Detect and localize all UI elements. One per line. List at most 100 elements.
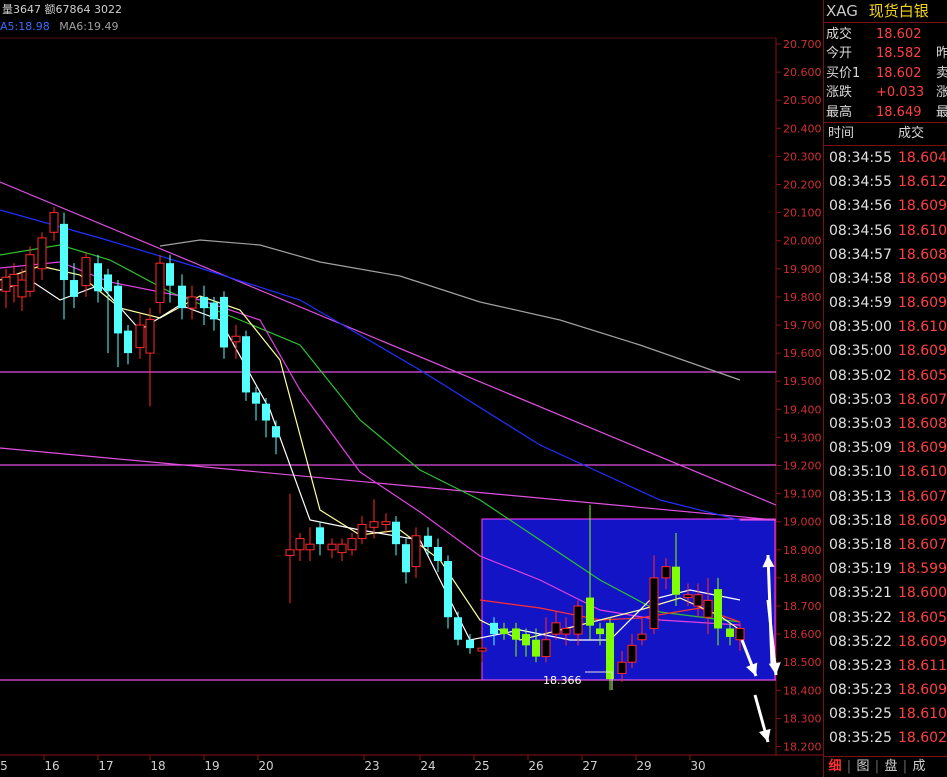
quote-label: 买价1 — [826, 65, 861, 81]
price-axis-label: 20.300 — [783, 150, 822, 163]
tick-time: 08:35:03 — [829, 391, 892, 408]
price-axis-label: 18.600 — [783, 628, 822, 641]
date-axis-label: 29 — [636, 759, 651, 773]
candle-body-down — [60, 223, 68, 281]
tick-price: 18.610 — [898, 222, 947, 239]
tick-price: 18.611 — [898, 657, 947, 674]
tick-price: 18.607 — [898, 488, 947, 505]
quote-label: 最高 — [826, 104, 853, 120]
tick-price: 18.610 — [898, 319, 947, 336]
tick-time: 08:35:25 — [829, 730, 892, 747]
instrument-title[interactable]: XAG 现货白银 — [824, 0, 947, 23]
candle-body-up — [683, 594, 693, 599]
date-axis-label: 18 — [150, 759, 165, 773]
tick-time: 08:35:18 — [829, 536, 892, 553]
trend-line — [0, 447, 777, 521]
quote-value: 18.582 — [876, 46, 922, 62]
tick-time: 08:35:21 — [829, 585, 892, 602]
candle-body-down — [316, 527, 324, 545]
quote-extra: 最 — [936, 104, 947, 120]
ticks-header-time: 时间 — [828, 125, 855, 141]
candle-body-down — [220, 296, 228, 348]
tick-price: 18.609 — [898, 682, 947, 699]
tick-time: 08:35:02 — [829, 367, 892, 384]
tick-row: 08:35:03 18.607 — [824, 388, 947, 412]
price-axis-label: 19.100 — [783, 488, 822, 501]
candle-body-up — [285, 549, 295, 556]
candle-body-down — [434, 546, 442, 562]
price-axis-label: 20.600 — [783, 66, 822, 79]
tick-price: 18.607 — [898, 391, 947, 408]
price-axis-label: 18.200 — [783, 741, 822, 754]
candle-body-up — [295, 538, 305, 551]
tab-book[interactable]: 盘 — [880, 757, 902, 777]
candle-body-down — [94, 263, 102, 292]
quote-value: +0.033 — [876, 85, 925, 101]
candle-body-up — [37, 237, 47, 270]
volume-info: 量3647 额67864 3022 — [2, 3, 122, 16]
candle-body-up — [649, 577, 659, 629]
date-axis-label: 19 — [204, 759, 219, 773]
tick-row: 08:35:25 18.610 — [824, 702, 947, 726]
tick-price: 18.608 — [898, 416, 947, 433]
tick-time: 08:35:22 — [829, 609, 892, 626]
tick-row: 08:35:21 18.600 — [824, 581, 947, 605]
tick-time: 08:34:55 — [829, 174, 892, 191]
tick-price: 18.610 — [898, 706, 947, 723]
tick-time: 08:34:59 — [829, 295, 892, 312]
price-axis-label: 19.400 — [783, 403, 822, 416]
candle-body-down — [262, 403, 270, 421]
candle-body-up — [661, 566, 671, 579]
candle-body-down — [596, 628, 604, 635]
quote-label: 今开 — [826, 46, 853, 62]
ma5-label: A5:18.98 — [0, 20, 50, 33]
price-axis-label: 20.100 — [783, 207, 822, 220]
candle-body-up — [187, 296, 197, 309]
tab-trades[interactable]: 成 — [908, 757, 930, 777]
price-axis-label: 19.300 — [783, 431, 822, 444]
tick-row: 08:35:00 18.610 — [824, 315, 947, 339]
tick-price: 18.604 — [898, 149, 947, 166]
candle-body-down — [500, 628, 508, 635]
tick-time: 08:35:00 — [829, 343, 892, 360]
price-axis-label: 20.700 — [783, 38, 822, 51]
quote-extra: 卖 — [936, 65, 947, 81]
price-axis-label: 20.400 — [783, 122, 822, 135]
candle-body-up — [17, 279, 27, 298]
tick-price: 18.605 — [898, 367, 947, 384]
candle-body-down — [252, 392, 260, 404]
candle-body-down — [532, 639, 540, 657]
tick-time: 08:35:23 — [829, 657, 892, 674]
tick-price: 18.609 — [898, 198, 947, 215]
candle-body-up — [145, 318, 155, 354]
candle-body-down — [200, 296, 208, 309]
tick-row: 08:34:56 18.609 — [824, 194, 947, 218]
quote-block: 成交 18.602 今开 18.582 昨 买价1 18.602 卖 涨跌 +0… — [824, 23, 947, 122]
tick-price: 18.609 — [898, 633, 947, 650]
tick-time: 08:35:10 — [829, 464, 892, 481]
candle-body-down — [444, 561, 452, 618]
candle-body-down — [272, 426, 280, 438]
price-axis-label: 18.800 — [783, 572, 822, 585]
tab-detail[interactable]: 细 — [824, 757, 846, 777]
tick-row: 08:34:57 18.608 — [824, 243, 947, 267]
ticks-list[interactable]: 08:34:55 18.604 08:34:55 18.612 08:34:56 18.6… — [824, 146, 947, 751]
low-price-annotation: 18.366 — [543, 674, 582, 687]
quote-row-last: 成交 18.602 — [824, 25, 947, 44]
candle-body-down — [586, 597, 594, 626]
quote-value: 18.602 — [876, 65, 922, 81]
tick-price: 18.609 — [898, 270, 947, 287]
candle-body-up — [381, 521, 391, 526]
candle-body-down — [242, 336, 250, 393]
price-axis-label: 19.500 — [783, 375, 822, 388]
tick-time: 08:35:09 — [829, 440, 892, 457]
tab-chart[interactable]: 图 — [852, 757, 874, 777]
tick-price: 18.600 — [898, 585, 947, 602]
candle-body-up — [155, 262, 165, 304]
candle-body-up — [135, 324, 145, 348]
date-axis-label: 5 — [0, 759, 8, 773]
date-axis-label: 24 — [420, 759, 435, 773]
kline-chart[interactable]: 20.700 20.600 20.500 20.400 20.300 20.200 20.1… — [0, 0, 823, 777]
candle-body-down — [512, 628, 520, 640]
quote-label: 涨跌 — [826, 85, 853, 101]
